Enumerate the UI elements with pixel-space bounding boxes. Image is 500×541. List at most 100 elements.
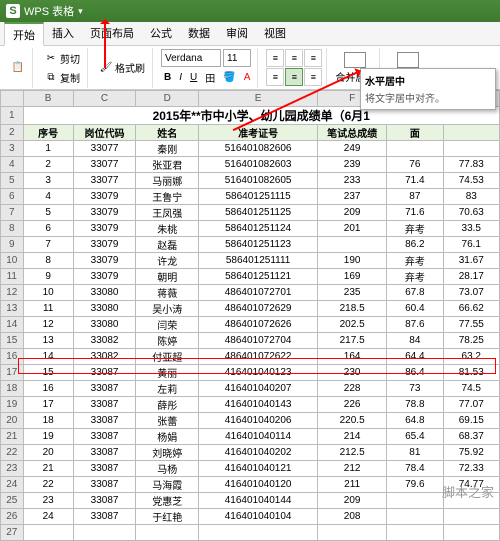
cell[interactable]: 33077 (73, 157, 136, 173)
row-header[interactable]: 23 (1, 461, 24, 477)
cell[interactable]: 闫荣 (136, 317, 199, 333)
select-all-cell[interactable] (1, 91, 24, 107)
cell[interactable]: 73.07 (443, 285, 499, 301)
cell[interactable]: 220.5 (318, 413, 387, 429)
cell[interactable]: 212.5 (318, 445, 387, 461)
hdr-cell[interactable]: 笔试总成绩 (318, 125, 387, 141)
cell[interactable]: 66.62 (443, 301, 499, 317)
row-header[interactable]: 4 (1, 157, 24, 173)
row-header[interactable]: 24 (1, 477, 24, 493)
row-header[interactable]: 15 (1, 333, 24, 349)
cell[interactable]: 王鲁宁 (136, 189, 199, 205)
cell[interactable]: 190 (318, 253, 387, 269)
row-header[interactable]: 13 (1, 301, 24, 317)
col-d[interactable]: D (136, 91, 199, 107)
cell[interactable]: 202.5 (318, 317, 387, 333)
cell[interactable]: 84 (387, 333, 443, 349)
cell[interactable]: 12 (23, 317, 73, 333)
cell[interactable]: 33079 (73, 269, 136, 285)
cell[interactable]: 2 (23, 157, 73, 173)
cell[interactable]: 5 (23, 205, 73, 221)
cell[interactable]: 33080 (73, 317, 136, 333)
cell[interactable]: 83 (443, 189, 499, 205)
cell[interactable] (387, 141, 443, 157)
cell[interactable]: 77.83 (443, 157, 499, 173)
row-header[interactable]: 11 (1, 269, 24, 285)
cell[interactable]: 416401040123 (199, 365, 318, 381)
col-c[interactable]: C (73, 91, 136, 107)
font-size-input[interactable] (223, 49, 251, 67)
cell[interactable]: 21 (23, 461, 73, 477)
cell[interactable]: 16 (23, 381, 73, 397)
cell[interactable] (443, 141, 499, 157)
cell[interactable] (443, 509, 499, 525)
cell[interactable]: 212 (318, 461, 387, 477)
italic-button[interactable]: I (176, 71, 185, 84)
tab-start[interactable]: 开始 (4, 22, 44, 46)
cell[interactable]: 69.15 (443, 413, 499, 429)
cell[interactable]: 33087 (73, 365, 136, 381)
cell[interactable]: 马海霞 (136, 477, 199, 493)
cell[interactable]: 81.53 (443, 365, 499, 381)
cell[interactable]: 486401072704 (199, 333, 318, 349)
cell[interactable] (199, 525, 318, 541)
underline-button[interactable]: U (187, 71, 200, 84)
cell[interactable]: 416401040114 (199, 429, 318, 445)
cell[interactable]: 33079 (73, 205, 136, 221)
cell[interactable]: 416401040206 (199, 413, 318, 429)
hdr-cell[interactable]: 面 (387, 125, 443, 141)
cell[interactable]: 33082 (73, 333, 136, 349)
fill-color-button[interactable]: 🪣 (220, 71, 238, 84)
cell[interactable]: 33079 (73, 253, 136, 269)
cell[interactable]: 4 (23, 189, 73, 205)
cell[interactable]: 76.1 (443, 237, 499, 253)
cell[interactable]: 33080 (73, 285, 136, 301)
row-header[interactable]: 14 (1, 317, 24, 333)
col-b[interactable]: B (23, 91, 73, 107)
row-header[interactable]: 5 (1, 173, 24, 189)
cell[interactable]: 19 (23, 429, 73, 445)
cell[interactable]: 18 (23, 413, 73, 429)
cell[interactable]: 11 (23, 301, 73, 317)
cell[interactable]: 王凤强 (136, 205, 199, 221)
paste-button[interactable]: 📋 (8, 60, 28, 76)
cell[interactable]: 201 (318, 221, 387, 237)
cell[interactable]: 416401040144 (199, 493, 318, 509)
cell[interactable]: 23 (23, 493, 73, 509)
cell[interactable]: 235 (318, 285, 387, 301)
cell[interactable]: 14 (23, 349, 73, 365)
spreadsheet[interactable]: BCDEFGH 1 2015年**市中小学、幼儿园成绩单（6月1 2 序号 岗位… (0, 90, 500, 541)
cell[interactable]: 586401251125 (199, 205, 318, 221)
cell[interactable]: 赵磊 (136, 237, 199, 253)
cell[interactable]: 33087 (73, 397, 136, 413)
cell[interactable]: 416401040143 (199, 397, 318, 413)
tab-formula[interactable]: 公式 (142, 22, 180, 46)
cell[interactable]: 87.6 (387, 317, 443, 333)
tab-data[interactable]: 数据 (180, 22, 218, 46)
hdr-cell[interactable]: 准考证号 (199, 125, 318, 141)
cell[interactable]: 33087 (73, 493, 136, 509)
cell[interactable] (73, 525, 136, 541)
cell[interactable]: 78.25 (443, 333, 499, 349)
cell[interactable]: 77.07 (443, 397, 499, 413)
cell[interactable]: 416401040121 (199, 461, 318, 477)
cell[interactable]: 74.5 (443, 381, 499, 397)
cell[interactable]: 86.4 (387, 365, 443, 381)
cell[interactable]: 33079 (73, 221, 136, 237)
cell[interactable]: 33077 (73, 173, 136, 189)
cell[interactable]: 71.6 (387, 205, 443, 221)
hdr-cell[interactable] (443, 125, 499, 141)
row-header[interactable]: 12 (1, 285, 24, 301)
cell[interactable]: 214 (318, 429, 387, 445)
cell[interactable] (318, 237, 387, 253)
cell[interactable]: 233 (318, 173, 387, 189)
font-color-button[interactable]: A (241, 71, 254, 84)
cell[interactable]: 弃考 (387, 269, 443, 285)
cell[interactable]: 28.17 (443, 269, 499, 285)
row-header[interactable]: 2 (1, 125, 24, 141)
cell[interactable]: 党惠芝 (136, 493, 199, 509)
cell[interactable]: 486401072626 (199, 317, 318, 333)
cell[interactable]: 586401251124 (199, 221, 318, 237)
cell[interactable]: 17 (23, 397, 73, 413)
cut-button[interactable]: ✂剪切 (41, 50, 83, 67)
